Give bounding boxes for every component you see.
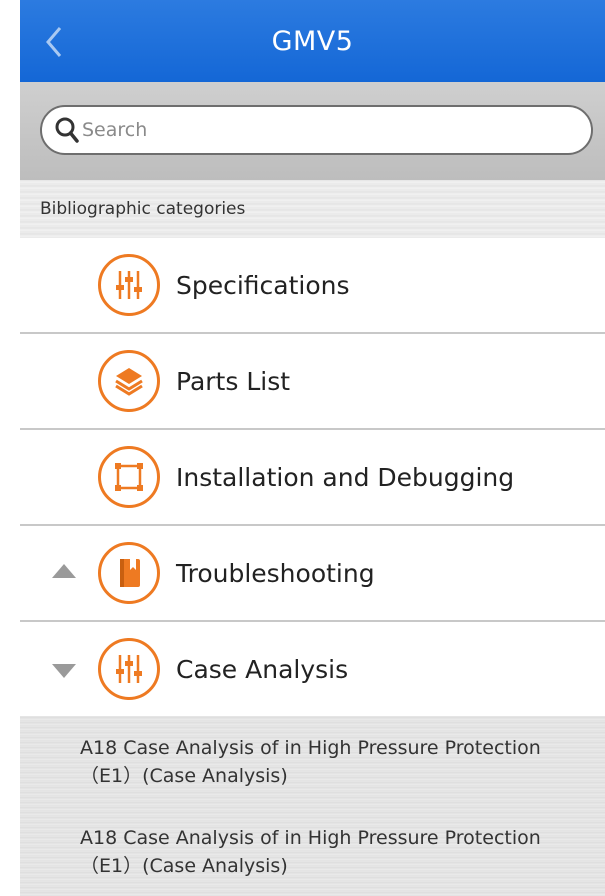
sliders-icon [98,254,160,316]
chevron-left-icon [46,27,62,57]
expand-arrow-icon[interactable] [52,664,76,678]
list-item-subtitle: （E1）(Case Analysis) [80,855,288,877]
category-label: Parts List [176,367,291,396]
section-header: Bibliographic categories [20,180,605,238]
sliders-icon [98,638,160,700]
category-label: Troubleshooting [176,559,375,588]
frame-icon [98,446,160,508]
category-specifications[interactable]: Specifications [20,238,605,334]
book-icon [98,542,160,604]
category-label: Case Analysis [176,655,349,684]
case-analysis-sublist: A18 Case Analysis of in High Pressure Pr… [20,716,605,896]
list-item-subtitle: （E1）(Case Analysis) [80,765,288,787]
layers-icon [98,350,160,412]
category-label: Specifications [176,271,350,300]
category-troubleshooting[interactable]: Troubleshooting [20,526,605,622]
search-icon [55,117,79,143]
section-title: Bibliographic categories [40,199,246,219]
search-bar-area [20,82,605,180]
category-label: Installation and Debugging [176,463,515,492]
list-item[interactable]: A18 Case Analysis of in High Pressure Pr… [80,734,600,790]
page-title: GMV5 [271,25,354,57]
search-input[interactable] [82,119,552,141]
list-item[interactable]: A18 Case Analysis of in High Pressure Pr… [80,824,600,880]
list-item-title: A18 Case Analysis of in High Pressure Pr… [80,827,541,849]
category-case-analysis[interactable]: Case Analysis [20,622,605,718]
category-installation-and-debugging[interactable]: Installation and Debugging [20,430,605,526]
search-box[interactable] [40,105,593,155]
category-parts-list[interactable]: Parts List [20,334,605,430]
app-screen: GMV5 Bibliographic categories Spe [0,0,605,896]
collapse-arrow-icon[interactable] [52,564,76,578]
back-button[interactable] [34,20,74,64]
app-header: GMV5 [20,0,605,82]
list-item-title: A18 Case Analysis of in High Pressure Pr… [80,737,541,759]
